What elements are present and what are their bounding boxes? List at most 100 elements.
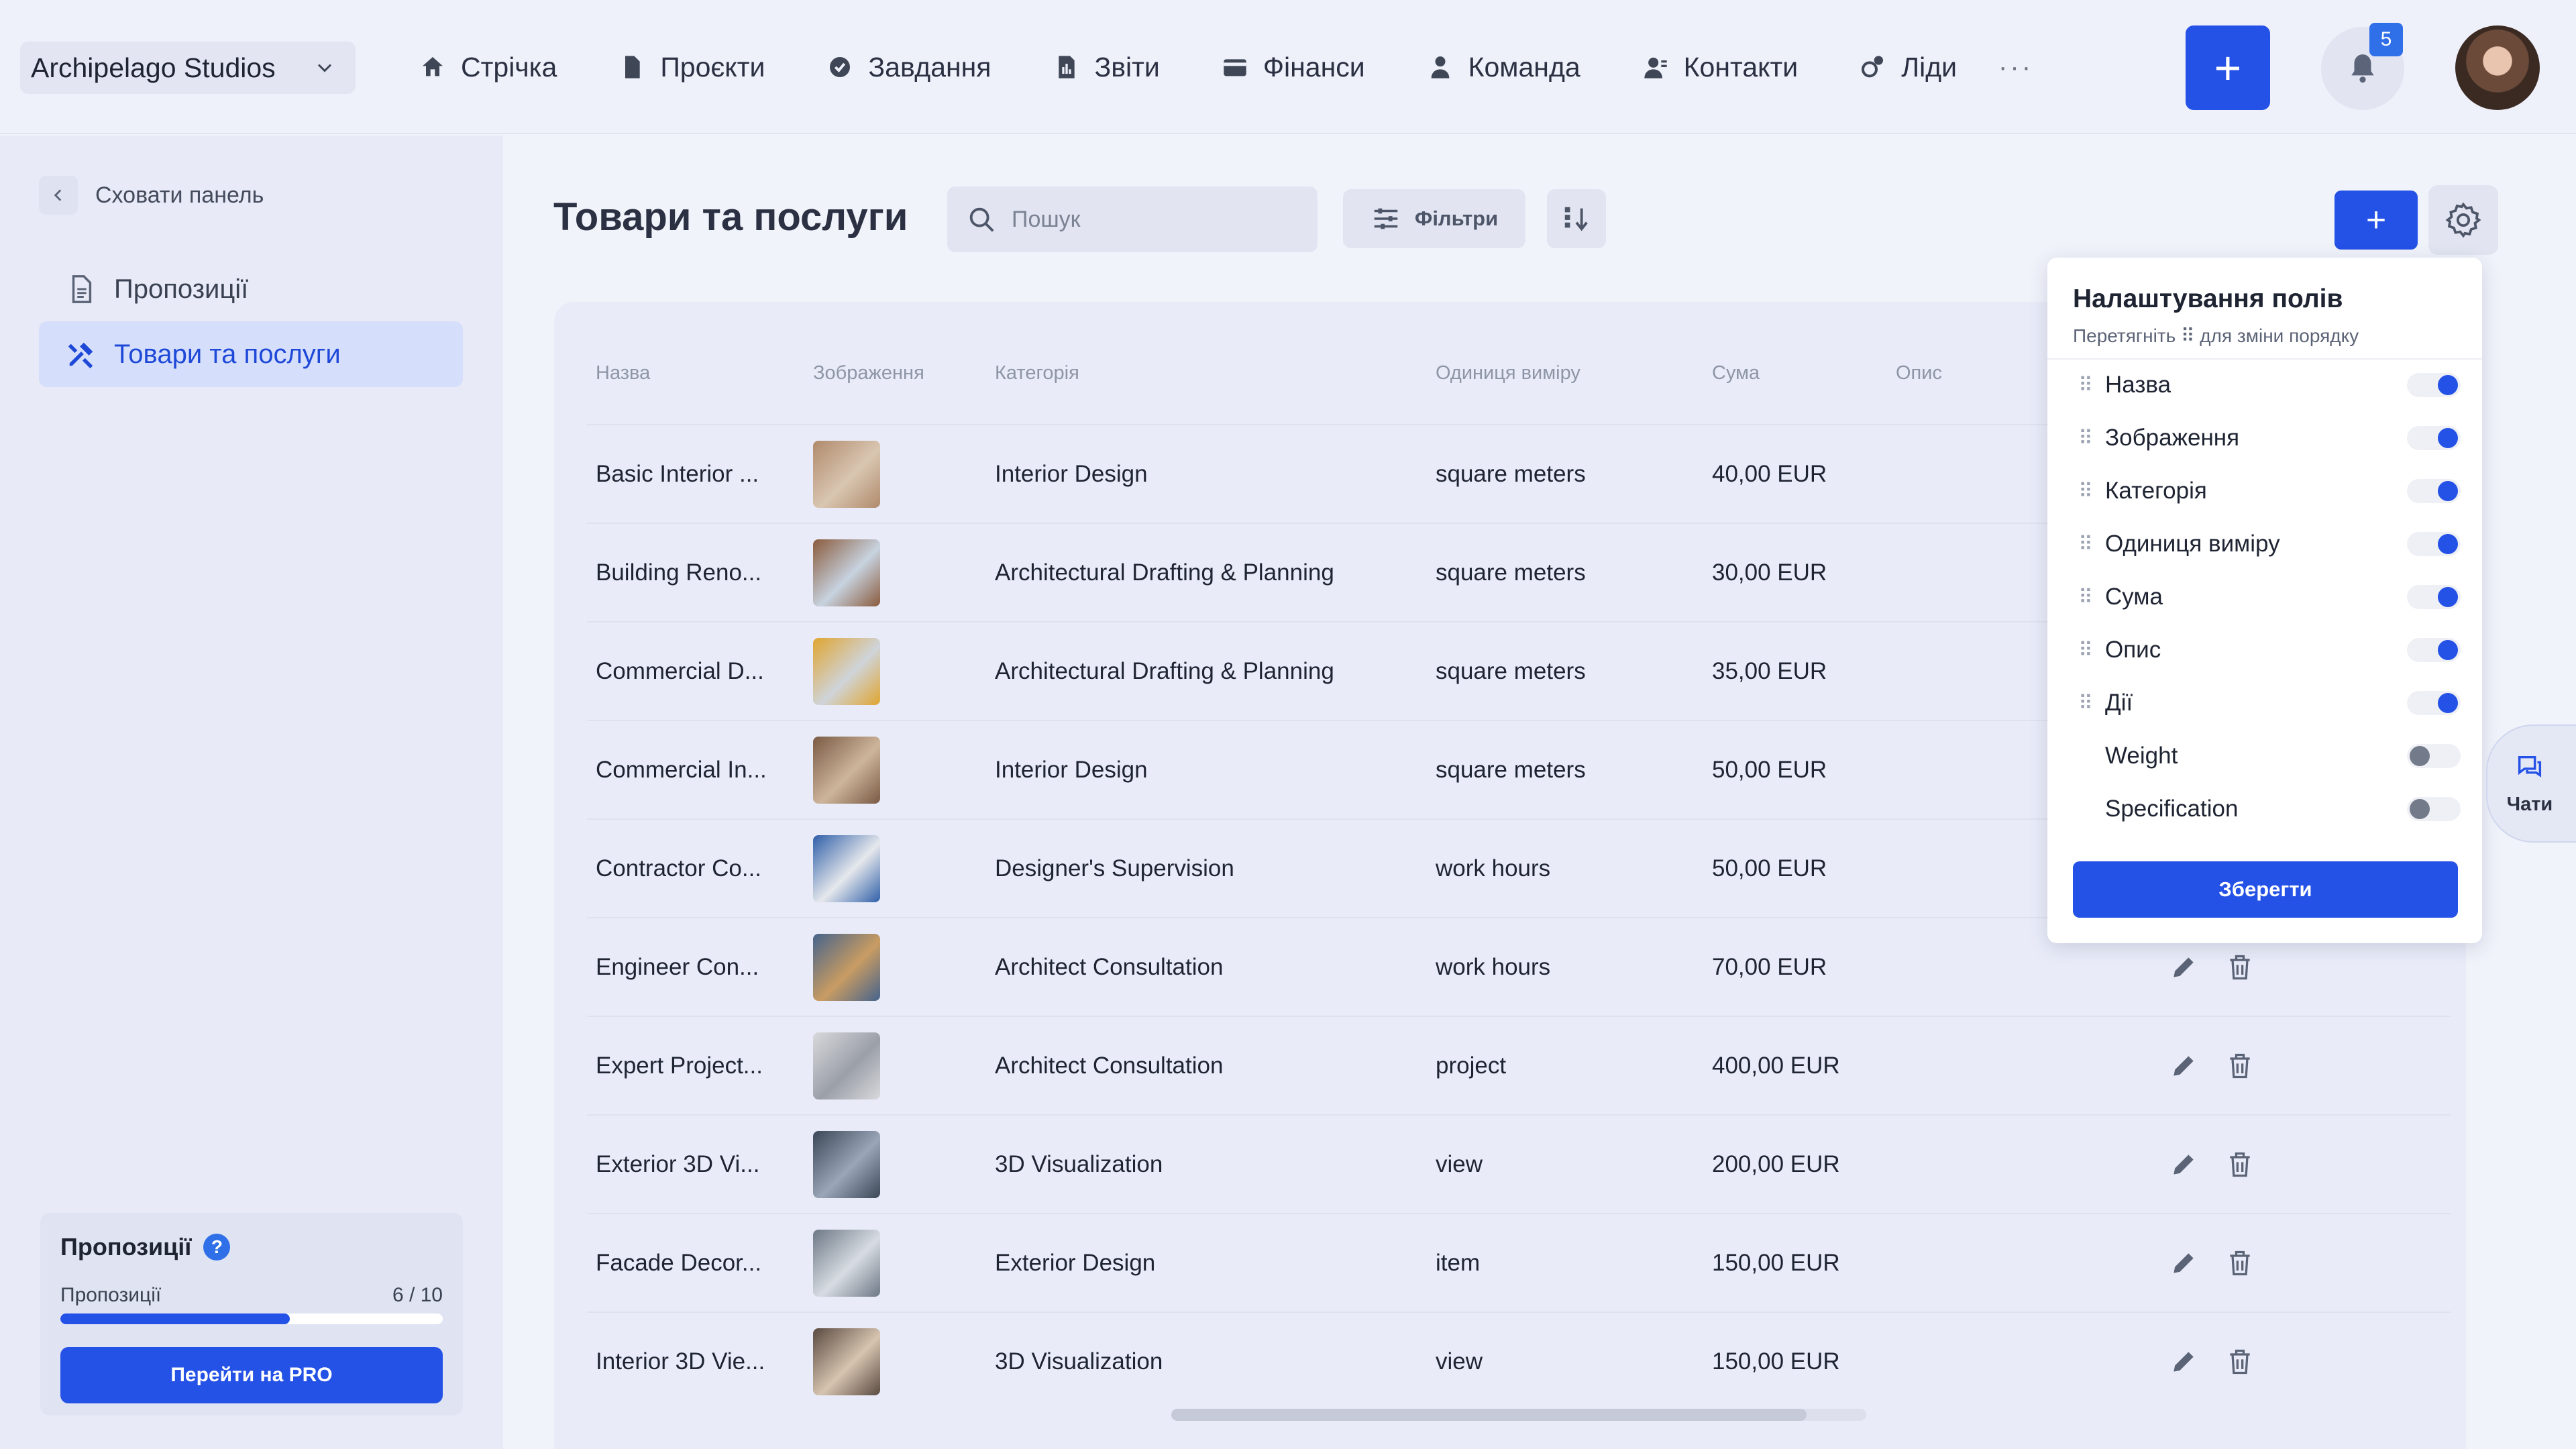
product-thumbnail[interactable]	[813, 1032, 880, 1099]
table-row[interactable]: Exterior 3D Vi... 3D Visualization view 200…	[587, 1114, 2451, 1213]
nav-item-projects[interactable]: Проєкти	[619, 52, 765, 83]
nav-item-contacts[interactable]: Контакти	[1642, 52, 1798, 83]
trash-icon[interactable]	[2225, 1051, 2255, 1081]
help-icon[interactable]: ?	[203, 1234, 231, 1260]
product-thumbnail[interactable]	[813, 539, 880, 606]
product-thumbnail[interactable]	[813, 835, 880, 902]
field-visibility-toggle[interactable]	[2407, 373, 2461, 397]
page-title: Товари та послуги	[553, 195, 908, 239]
add-item-button[interactable]: +	[2334, 191, 2418, 250]
chats-button[interactable]: Чати	[2486, 724, 2576, 843]
product-thumbnail[interactable]	[813, 933, 880, 1001]
drag-handle-icon[interactable]: ⠿	[2078, 533, 2094, 556]
table-row[interactable]: Facade Decor... Exterior Design item 150,00…	[587, 1213, 2451, 1311]
organization-name: Archipelago Studios	[31, 52, 276, 83]
field-visibility-toggle[interactable]	[2407, 797, 2461, 821]
nav-item-team[interactable]: Команда	[1427, 52, 1580, 83]
field-visibility-toggle[interactable]	[2407, 532, 2461, 556]
cell-amount: 50,00 EUR	[1712, 756, 1827, 783]
cell-name: Engineer Con...	[596, 953, 759, 980]
product-thumbnail[interactable]	[813, 1229, 880, 1297]
field-visibility-toggle[interactable]	[2407, 744, 2461, 768]
nav-item-tasks[interactable]: Завдання	[826, 52, 991, 83]
document-icon	[625, 56, 640, 78]
column-header-description[interactable]: Опис	[1896, 362, 1942, 384]
nav-item-label: Стрічка	[461, 51, 557, 83]
field-visibility-toggle[interactable]	[2407, 691, 2461, 715]
tools-icon	[68, 342, 93, 369]
table-row[interactable]: Interior 3D Vie... 3D Visualization view 15…	[587, 1311, 2451, 1410]
cell-category: Architectural Drafting & Planning	[995, 559, 1334, 586]
plan-usage-counter: Пропозиції 6 / 10	[60, 1284, 443, 1307]
wallet-icon	[1224, 59, 1246, 76]
table-row[interactable]: Expert Project... Architect Consultation p…	[587, 1016, 2451, 1114]
upgrade-pro-button[interactable]: Перейти на PRO	[60, 1347, 443, 1403]
organization-select[interactable]: Archipelago Studios	[20, 42, 356, 94]
edit-icon[interactable]	[2169, 953, 2198, 982]
drag-handle-icon[interactable]: ⠿	[2078, 427, 2094, 450]
chat-icon	[2518, 755, 2542, 777]
cell-category: Exterior Design	[995, 1249, 1156, 1276]
plan-usage-card: Пропозиції ? Пропозиції 6 / 10 Перейти н…	[40, 1213, 463, 1415]
cell-unit: view	[1436, 1150, 1483, 1177]
field-setting-row: ⠿ Одиниця виміру	[2078, 524, 2461, 564]
chevron-left-icon	[39, 176, 78, 215]
hide-panel-button[interactable]: Сховати панель	[39, 176, 264, 215]
drag-handle-icon[interactable]: ⠿	[2078, 374, 2094, 397]
sidebar-item-label: Пропозиції	[114, 274, 249, 304]
cell-image	[813, 1313, 880, 1410]
trash-icon[interactable]	[2225, 1150, 2255, 1179]
filters-button[interactable]: Фільтри	[1343, 189, 1525, 248]
report-icon	[1058, 56, 1075, 78]
horizontal-scrollbar[interactable]	[1171, 1409, 1866, 1421]
sort-button[interactable]	[1547, 189, 1606, 248]
field-visibility-toggle[interactable]	[2407, 426, 2461, 450]
column-header-name[interactable]: Назва	[596, 362, 650, 384]
column-header-unit[interactable]: Одиниця виміру	[1436, 362, 1580, 384]
field-visibility-toggle[interactable]	[2407, 585, 2461, 609]
avatar[interactable]	[2455, 25, 2540, 110]
sidebar-item-products-services[interactable]: Товари та послуги	[39, 321, 463, 387]
nav-item-leads[interactable]: Ліди	[1860, 52, 1957, 83]
column-header-category[interactable]: Категорія	[995, 362, 1079, 384]
product-thumbnail[interactable]	[813, 637, 880, 705]
nav-item-feed[interactable]: Стрічка	[419, 52, 557, 83]
cell-name: Facade Decor...	[596, 1249, 762, 1276]
drag-handle-icon[interactable]: ⠿	[2078, 692, 2094, 715]
drag-handle-icon[interactable]: ⠿	[2078, 586, 2094, 609]
drag-handle-icon[interactable]: ⠿	[2078, 639, 2094, 662]
trash-icon[interactable]	[2225, 1347, 2255, 1377]
contacts-icon	[1644, 57, 1667, 78]
cell-actions	[2169, 1116, 2282, 1213]
product-thumbnail[interactable]	[813, 440, 880, 508]
cell-image	[813, 918, 880, 1016]
sidebar-item-proposals[interactable]: Пропозиції	[39, 256, 463, 322]
add-button[interactable]: +	[2186, 25, 2270, 110]
field-settings-button[interactable]	[2428, 185, 2498, 255]
cell-category: 3D Visualization	[995, 1348, 1163, 1375]
product-thumbnail[interactable]	[813, 736, 880, 804]
column-header-image[interactable]: Зображення	[813, 362, 924, 384]
cell-image	[813, 721, 880, 818]
field-visibility-toggle[interactable]	[2407, 638, 2461, 662]
save-button[interactable]: Зберегти	[2073, 861, 2458, 918]
nav-item-finance[interactable]: Фінанси	[1222, 52, 1365, 83]
search-input[interactable]	[1012, 206, 1307, 233]
field-visibility-toggle[interactable]	[2407, 479, 2461, 503]
edit-icon[interactable]	[2169, 1248, 2198, 1278]
nav-more-button[interactable]: ···	[1998, 52, 2033, 83]
cell-amount: 35,00 EUR	[1712, 657, 1827, 684]
edit-icon[interactable]	[2169, 1347, 2198, 1377]
product-thumbnail[interactable]	[813, 1328, 880, 1395]
scrollbar-thumb[interactable]	[1171, 1409, 1807, 1421]
drag-handle-icon[interactable]: ⠿	[2078, 480, 2094, 503]
cell-amount: 200,00 EUR	[1712, 1150, 1840, 1177]
product-thumbnail[interactable]	[813, 1130, 880, 1198]
cell-unit: square meters	[1436, 460, 1586, 487]
nav-item-reports[interactable]: Звіти	[1053, 52, 1160, 83]
edit-icon[interactable]	[2169, 1051, 2198, 1081]
column-header-amount[interactable]: Сума	[1712, 362, 1760, 384]
trash-icon[interactable]	[2225, 1248, 2255, 1278]
trash-icon[interactable]	[2225, 953, 2255, 982]
edit-icon[interactable]	[2169, 1150, 2198, 1179]
